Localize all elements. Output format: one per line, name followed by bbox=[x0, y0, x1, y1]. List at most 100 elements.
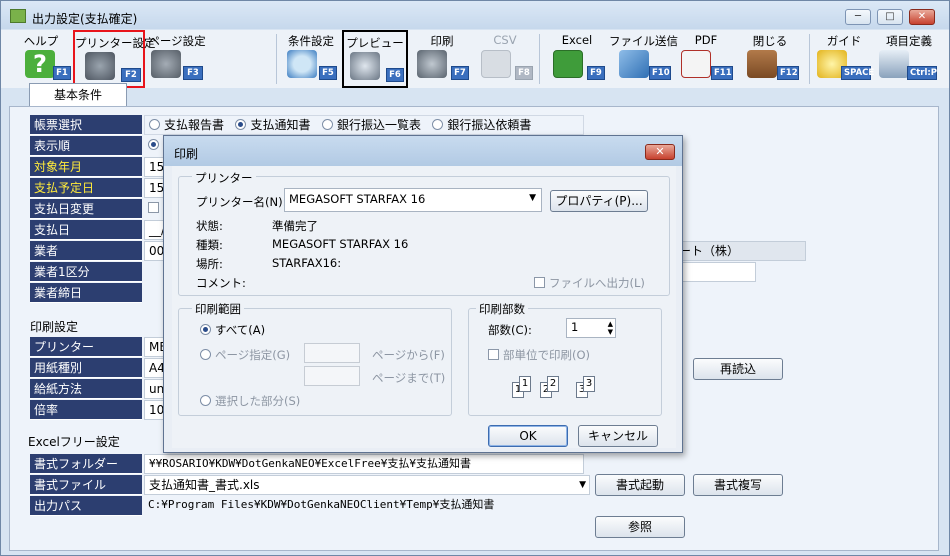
spinner-arrows-icon[interactable]: ▲ ▼ bbox=[608, 320, 613, 336]
report-option-transfer-request[interactable]: 銀行振込依頼書 bbox=[432, 118, 531, 132]
copies-group-label: 印刷部数 bbox=[476, 301, 528, 317]
page-settings-label: ページ設定 bbox=[148, 34, 206, 48]
print-button[interactable]: 印刷 F7 bbox=[413, 30, 471, 88]
excel-button[interactable]: Excel F9 bbox=[547, 30, 607, 88]
status-label: 状態: bbox=[196, 219, 223, 233]
radio-selected-icon bbox=[148, 139, 159, 150]
label-format-folder: 書式フォルダー bbox=[30, 454, 142, 474]
item-definition-label: 項目定義 bbox=[886, 34, 932, 48]
print-icon bbox=[417, 50, 447, 78]
checkbox-icon bbox=[534, 277, 545, 288]
page-settings-icon bbox=[151, 50, 181, 78]
radio-selected-icon bbox=[200, 324, 211, 335]
csv-icon bbox=[481, 50, 511, 78]
collate-checkbox[interactable]: 部単位で印刷(O) bbox=[488, 347, 590, 363]
print-to-file-checkbox[interactable]: ファイルへ出力(L) bbox=[534, 275, 645, 291]
excel-free-heading: Excelフリー設定 bbox=[28, 435, 120, 449]
properties-button[interactable]: プロパティ(P)... bbox=[550, 190, 648, 212]
range-pages-label: ページ指定(G) bbox=[215, 348, 291, 362]
report-option-transfer-list[interactable]: 銀行振込一覧表 bbox=[321, 118, 421, 132]
collate-page-icon: 2 bbox=[547, 376, 559, 392]
label-vendor-class: 業者1区分 bbox=[30, 262, 142, 282]
radio-icon bbox=[200, 349, 211, 360]
tab-basic-conditions[interactable]: 基本条件 bbox=[29, 83, 127, 107]
range-selection-radio[interactable]: 選択した部分(S) bbox=[200, 393, 300, 409]
output-path-field[interactable]: C:¥Program Files¥KDW¥DotGenkaNEOClient¥T… bbox=[144, 496, 684, 516]
minimize-button[interactable]: ─ bbox=[845, 9, 871, 25]
f3-key-badge: F3 bbox=[183, 66, 203, 80]
report-select-radio-group: 支払報告書 支払通知書 銀行振込一覧表 銀行振込依頼書 bbox=[144, 115, 584, 135]
label-vendor: 業者 bbox=[30, 241, 142, 261]
label-scale: 倍率 bbox=[30, 400, 142, 420]
pdf-button[interactable]: PDF F11 bbox=[677, 30, 735, 88]
printer-name-select[interactable]: MEGASOFT STARFAX 16 ▼ bbox=[284, 188, 542, 212]
print-settings-heading: 印刷設定 bbox=[30, 320, 79, 334]
copies-spinner[interactable]: 1 ▲ ▼ bbox=[566, 318, 616, 338]
close-button[interactable]: 閉じる F12 bbox=[739, 30, 801, 88]
excel-label: Excel bbox=[561, 33, 593, 47]
dialog-close-button[interactable]: ✕ bbox=[645, 144, 675, 160]
page-to-input[interactable] bbox=[304, 366, 360, 386]
label-paper-type: 用紙種別 bbox=[30, 358, 142, 378]
window-close-button[interactable]: ✕ bbox=[909, 9, 935, 25]
format-folder-field[interactable]: ¥¥ROSARIO¥KDW¥DotGenkaNEO¥ExcelFree¥支払¥支… bbox=[144, 454, 584, 474]
label-payment-due-date: 支払予定日 bbox=[30, 178, 142, 198]
format-file-select[interactable]: 支払通知書_書式.xls ▼ bbox=[144, 475, 590, 495]
range-selection-label: 選択した部分(S) bbox=[215, 394, 301, 408]
space-key-badge: SPACE bbox=[841, 66, 874, 80]
report-option-payment-notice[interactable]: 支払通知書 bbox=[235, 118, 310, 132]
range-pages-radio[interactable]: ページ指定(G) bbox=[200, 347, 290, 363]
pdf-icon bbox=[681, 50, 711, 78]
label-paper-feed: 給紙方法 bbox=[30, 379, 142, 399]
toolbar: ヘルプ ? F1 プリンター設定 F2 ページ設定 F3 条件設定 F5 プレビ… bbox=[1, 30, 949, 88]
report-option-label: 銀行振込一覧表 bbox=[336, 118, 421, 132]
report-option-label: 支払報告書 bbox=[164, 118, 225, 132]
ok-button[interactable]: OK bbox=[488, 425, 568, 447]
preview-icon bbox=[350, 52, 380, 80]
f6-key-badge: F6 bbox=[386, 68, 404, 82]
ctrl-p-key-badge: Ctrl:P bbox=[907, 66, 937, 80]
collate-label: 部単位で印刷(O) bbox=[503, 348, 591, 362]
f2-key-badge: F2 bbox=[121, 68, 141, 82]
page-from-input[interactable] bbox=[304, 343, 360, 363]
conditions-button[interactable]: 条件設定 F5 bbox=[283, 30, 339, 88]
printer-settings-button[interactable]: プリンター設定 F2 bbox=[73, 30, 156, 88]
pdf-label: PDF bbox=[694, 33, 718, 47]
f10-key-badge: F10 bbox=[649, 66, 671, 80]
page-from-label: ページから(F) bbox=[372, 348, 445, 362]
copies-label: 部数(C): bbox=[488, 323, 532, 337]
help-button[interactable]: ヘルプ ? F1 bbox=[11, 30, 71, 88]
csv-button[interactable]: CSV F8 bbox=[475, 30, 535, 88]
comment-label: コメント: bbox=[196, 276, 246, 290]
label-format-file: 書式ファイル bbox=[30, 475, 142, 495]
report-option-label: 支払通知書 bbox=[250, 118, 311, 132]
question-icon: ? bbox=[25, 50, 55, 78]
reload-button[interactable]: 再読込 bbox=[693, 358, 783, 380]
report-option-payment-report[interactable]: 支払報告書 bbox=[149, 118, 224, 132]
preview-button[interactable]: プレビュー F6 bbox=[342, 30, 408, 88]
browse-button[interactable]: 参照 bbox=[595, 516, 685, 538]
label-payment-date: 支払日 bbox=[30, 220, 142, 240]
guide-label: ガイド bbox=[826, 34, 862, 48]
display-order-radio[interactable] bbox=[144, 136, 164, 156]
f7-key-badge: F7 bbox=[451, 66, 469, 80]
print-dialog: 印刷 ✕ プリンター プリンター名(N): MEGASOFT STARFAX 1… bbox=[163, 135, 683, 453]
chevron-down-icon: ▼ bbox=[579, 480, 586, 490]
file-send-button[interactable]: ファイル送信 F10 bbox=[609, 30, 678, 88]
maximize-button[interactable]: □ bbox=[877, 9, 903, 25]
format-copy-button[interactable]: 書式複写 bbox=[693, 474, 783, 496]
checkbox-icon bbox=[148, 202, 159, 213]
item-definition-button[interactable]: 項目定義 Ctrl:P bbox=[877, 30, 941, 88]
type-value: MEGASOFT STARFAX 16 bbox=[272, 237, 409, 251]
title-bar: 出力設定(支払確定) ─ □ ✕ bbox=[1, 1, 949, 29]
page-settings-button[interactable]: ページ設定 F3 bbox=[147, 30, 207, 88]
format-file-value: 支払通知書_書式.xls bbox=[149, 478, 260, 492]
format-launch-button[interactable]: 書式起動 bbox=[595, 474, 685, 496]
collate-page-icon: 3 bbox=[583, 376, 595, 392]
range-all-radio[interactable]: すべて(A) bbox=[200, 322, 265, 338]
guide-button[interactable]: ガイド SPACE bbox=[815, 30, 874, 88]
app-icon bbox=[10, 9, 26, 23]
cancel-button[interactable]: キャンセル bbox=[578, 425, 658, 447]
f9-key-badge: F9 bbox=[587, 66, 605, 80]
toolbar-divider bbox=[809, 34, 810, 84]
